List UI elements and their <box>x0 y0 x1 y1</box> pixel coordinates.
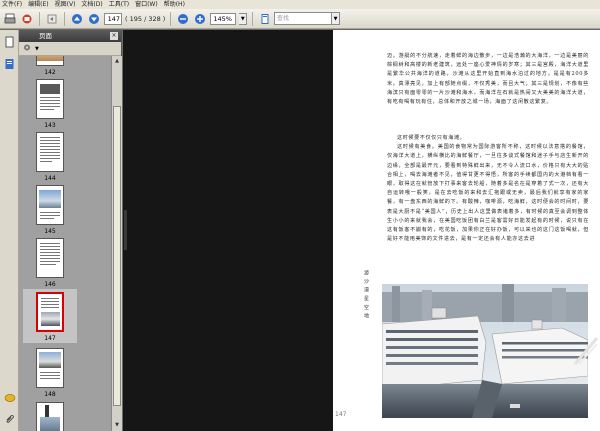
thumbnail-label: 143 <box>44 122 56 129</box>
zoom-level-input[interactable]: 145% <box>210 12 237 25</box>
zoom-dropdown-chevron-icon[interactable]: ▼ <box>239 12 248 25</box>
down-arrow-icon[interactable] <box>87 12 101 26</box>
scroll-up-icon[interactable]: ▲ <box>113 57 121 65</box>
page-body-text: 迈。游艇的不分航速，走着鲜的海边散步，一边是浩瀚的大海洋，一边是美丽的棕榈树和高… <box>387 52 589 264</box>
chapter-side-title: 游 沙 漠 星 空 地 <box>363 270 369 319</box>
page-total-label: ( 195 / 328 ) <box>125 14 166 23</box>
pdf-viewer-window: 文件(F) 编辑(E) 视图(V) 文档(D) 工具(T) 窗口(W) 帮助(H… <box>0 0 600 431</box>
search-dropdown-chevron-icon[interactable]: ▼ <box>332 12 340 25</box>
paragraph: 这时候要不仅仅只有海滩。 <box>397 135 466 141</box>
toolbar-separator <box>39 11 40 26</box>
document-page: 迈。游艇的不分航速，走着鲜的海边散步，一边是浩瀚的大海洋，一边是美丽的棕榈树和高… <box>333 30 600 431</box>
page-thumbnail-142[interactable] <box>36 56 64 66</box>
fit-page-icon[interactable] <box>258 12 272 26</box>
paragraph: 这时候有美食。美国的食物常为国际游客所不称，这时候以法意搭的餐馆，仅海洋大道上，… <box>387 144 589 243</box>
toolbar-separator <box>252 11 254 26</box>
zoom-in-icon[interactable] <box>193 12 207 26</box>
toolbar: 147 ( 195 / 328 ) 145% ▼ 查找 ▼ <box>0 9 600 29</box>
thumbnail-label: 145 <box>44 228 56 235</box>
thumbnail-label: 148 <box>44 391 56 398</box>
scroll-down-icon[interactable]: ▼ <box>113 421 121 429</box>
menu-edit[interactable]: 编辑(E) <box>28 0 48 9</box>
menu-bar: 文件(F) 编辑(E) 视图(V) 文档(D) 工具(T) 窗口(W) 帮助(H… <box>0 0 600 9</box>
page-number: 147 <box>335 411 347 418</box>
thumbnail-list: 142 143 144 145 146 147 148 <box>19 56 111 431</box>
page-thumbnail-148[interactable] <box>36 348 64 388</box>
close-icon[interactable]: × <box>110 32 118 40</box>
page-thumbnail-143[interactable] <box>36 79 64 119</box>
toolbar-separator <box>64 11 65 26</box>
up-arrow-icon[interactable] <box>70 12 84 26</box>
navigation-icon-strip <box>0 30 19 431</box>
pages-panel-title: 页面 <box>39 32 52 40</box>
document-view[interactable]: 迈。游艇的不分航速，走着鲜的海边散步，一边是浩瀚的大海洋，一边是美丽的棕榈树和高… <box>123 30 600 431</box>
page-thumbnail-145[interactable] <box>36 185 64 225</box>
menu-tools[interactable]: 工具(T) <box>109 0 129 9</box>
search-input[interactable]: 查找 <box>274 12 332 25</box>
menu-view[interactable]: 视图(V) <box>55 0 76 9</box>
back-icon[interactable] <box>45 12 59 26</box>
thumbnail-label: 146 <box>44 281 56 288</box>
page-thumbnail-144[interactable] <box>36 132 64 172</box>
thumbnail-label: 142 <box>44 69 56 76</box>
pages-panel: 页面 × ▼ 142 143 144 145 146 147 148 ▲ ▼ <box>19 30 122 431</box>
menu-help[interactable]: 帮助(H) <box>164 0 185 9</box>
left-page-dark <box>123 30 333 431</box>
menu-document[interactable]: 文档(D) <box>81 0 102 9</box>
page-edge-marker <box>124 210 127 250</box>
zoom-out-icon[interactable] <box>176 12 190 26</box>
toolbar-separator <box>170 11 172 26</box>
email-icon[interactable] <box>20 12 34 26</box>
scrollbar-thumb[interactable] <box>113 106 121 406</box>
pages-panel-header: 页面 × <box>19 30 121 42</box>
current-page-input[interactable]: 147 <box>104 12 122 25</box>
thumbnail-label: 147 <box>44 335 56 342</box>
paragraph: 迈。游艇的不分航速，走着鲜的海边散步，一边是浩瀚的大海洋，一边是美丽的棕榈树和高… <box>387 53 589 106</box>
pages-panel-options: ▼ <box>19 42 121 56</box>
menu-window[interactable]: 窗口(W) <box>135 0 158 9</box>
page-thumbnail-149[interactable] <box>36 402 64 431</box>
options-icon[interactable] <box>23 43 33 54</box>
print-icon[interactable] <box>3 12 17 26</box>
thumbnail-label: 144 <box>44 175 56 182</box>
cruise-ship-photo <box>382 284 588 418</box>
page-thumbnail-147[interactable] <box>36 292 64 332</box>
watermark-logo <box>573 336 599 366</box>
comments-icon[interactable] <box>3 392 16 405</box>
chevron-down-icon[interactable]: ▼ <box>35 46 39 52</box>
attachments-icon[interactable] <box>3 412 16 425</box>
pages-icon[interactable] <box>3 35 16 48</box>
bookmarks-icon[interactable] <box>3 57 16 70</box>
page-thumbnail-146[interactable] <box>36 238 64 278</box>
thumbnail-scrollbar[interactable]: ▲ ▼ <box>111 56 122 431</box>
menu-file[interactable]: 文件(F) <box>2 0 22 9</box>
